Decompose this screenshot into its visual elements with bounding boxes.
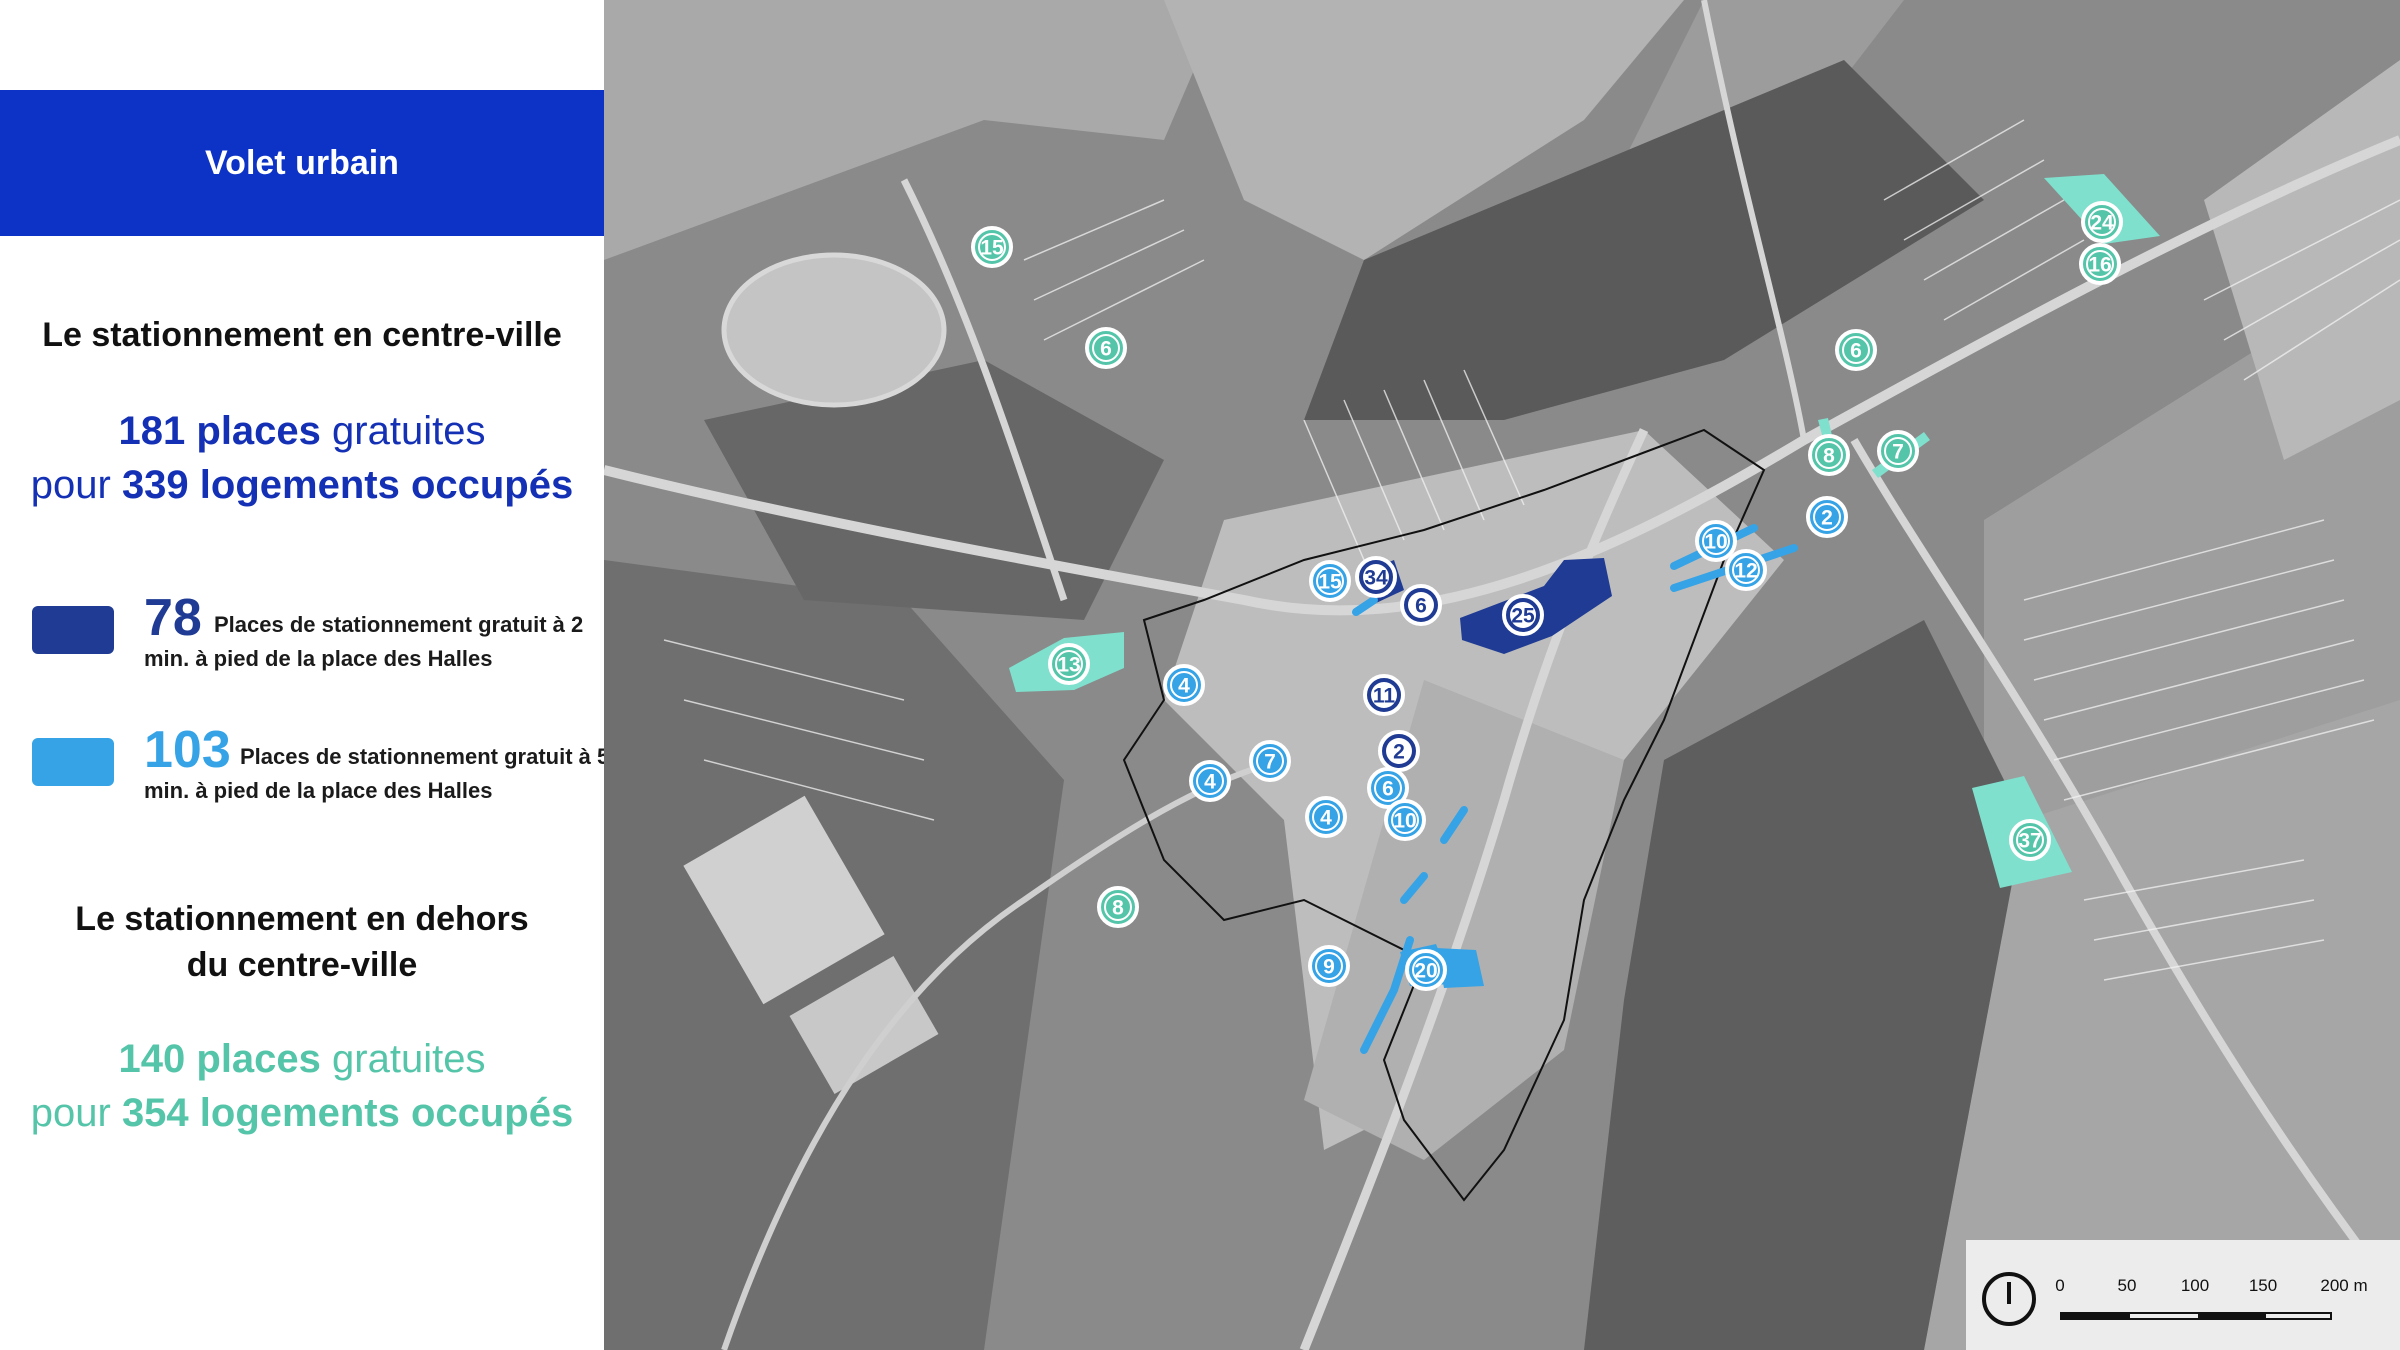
parking-marker-light[interactable]: 9: [1308, 945, 1350, 987]
parking-marker-teal[interactable]: 6: [1085, 327, 1127, 369]
marker-label: 2: [1393, 741, 1405, 764]
outside-heading-line1: Le stationnement en dehors: [75, 900, 529, 938]
marker-label: 7: [1264, 751, 1276, 774]
scale-label: 0: [2055, 1276, 2065, 1295]
parking-marker-light[interactable]: 7: [1249, 740, 1291, 782]
marker-label: 15: [980, 237, 1004, 260]
aerial-map[interactable]: 15 6 24 16 6 8 7 13 8 37 34 6 25 11 2 15 10 12 2 4 7 4 4 6 10 9 20: [604, 0, 2400, 1350]
centre-places-number: 181 places: [118, 409, 321, 453]
legend-item-5min: 103 Places de stationnement gratuit à 5 …: [32, 721, 609, 806]
marker-label: 2: [1821, 507, 1833, 530]
parking-marker-teal[interactable]: 13: [1048, 643, 1090, 685]
parking-marker-teal[interactable]: 7: [1877, 430, 1919, 472]
scale-bar-segment: [2198, 1314, 2266, 1318]
parking-marker-teal[interactable]: 37: [2009, 819, 2051, 861]
marker-label: 7: [1892, 441, 1904, 464]
parking-marker-light[interactable]: 4: [1305, 796, 1347, 838]
info-panel: Volet urbain Le stationnement en centre-…: [0, 0, 609, 1350]
section-banner: Volet urbain: [0, 90, 604, 236]
map-canvas: 156241668 713837346 25112151012247446109 20: [604, 0, 2400, 1350]
marker-label: 10: [1704, 531, 1727, 554]
parking-marker-dark[interactable]: 11: [1363, 674, 1405, 716]
legend-swatch-light-blue: [32, 738, 114, 786]
parking-marker-light[interactable]: 15: [1309, 560, 1351, 602]
marker-label: 25: [1511, 605, 1535, 628]
outside-heading-line2: du centre-ville: [186, 946, 418, 984]
scale-label: 200 m: [2320, 1276, 2368, 1295]
marker-label: 9: [1323, 956, 1335, 979]
centre-heading: Le stationnement en centre-ville: [42, 316, 562, 354]
banner-title: Volet urbain: [205, 143, 399, 182]
parking-marker-teal[interactable]: 8: [1808, 434, 1850, 476]
marker-label: 11: [1373, 685, 1396, 708]
parking-marker-dark[interactable]: 25: [1502, 594, 1544, 636]
outside-logements-number: 354 logements occupés: [121, 1091, 574, 1135]
marker-label: 8: [1112, 897, 1124, 920]
marker-label: 10: [1393, 810, 1416, 833]
parking-marker-dark[interactable]: 6: [1400, 584, 1442, 626]
marker-label: 6: [1382, 778, 1394, 801]
centre-logements-prefix: pour: [30, 463, 122, 507]
parking-marker-teal[interactable]: 15: [971, 226, 1013, 268]
scale-label: 100: [2180, 1276, 2210, 1295]
parking-marker-light[interactable]: 12: [1725, 549, 1767, 591]
parking-marker-dark[interactable]: 2: [1378, 730, 1420, 772]
centre-logements-line: pour 339 logements occupés: [0, 458, 604, 512]
parking-marker-light[interactable]: 20: [1405, 949, 1447, 991]
marker-label: 20: [1414, 960, 1437, 983]
marker-label: 15: [1318, 571, 1342, 594]
parking-marker-light[interactable]: 10: [1384, 799, 1426, 841]
marker-label: 37: [2018, 830, 2041, 853]
legend-text: Places de stationnement gratuit à 5 min.…: [144, 744, 610, 803]
outside-logements-line: pour 354 logements occupés: [0, 1086, 604, 1140]
marker-label: 6: [1100, 338, 1112, 361]
legend-text: Places de stationnement gratuit à 2 min.…: [144, 612, 584, 671]
marker-label: 13: [1057, 654, 1080, 677]
scale-bar: [2060, 1312, 2332, 1320]
scale-box: 0 50 100 150 200 m: [1966, 1240, 2400, 1350]
marker-label: 6: [1415, 595, 1427, 618]
parking-marker-teal[interactable]: 24: [2081, 201, 2123, 243]
parking-marker-light[interactable]: 2: [1806, 496, 1848, 538]
outside-places-number: 140 places: [118, 1037, 321, 1081]
marker-label: 24: [2090, 212, 2114, 235]
parking-marker-teal[interactable]: 8: [1097, 886, 1139, 928]
marker-label: 4: [1320, 807, 1332, 830]
outside-logements-prefix: pour: [30, 1091, 122, 1135]
parking-marker-light[interactable]: 4: [1189, 760, 1231, 802]
outside-places-rest: gratuites: [320, 1037, 486, 1081]
marker-label: 4: [1178, 675, 1190, 698]
north-arrow-icon: [1982, 1272, 2036, 1326]
legend-swatch-dark-blue: [32, 606, 114, 654]
legend-item-2min: 78 Places de stationnement gratuit à 2 m…: [32, 589, 592, 674]
parking-marker-light[interactable]: 4: [1163, 664, 1205, 706]
parking-marker-teal[interactable]: 6: [1835, 329, 1877, 371]
scale-label: 150: [2248, 1276, 2278, 1295]
outside-places-line: 140 places gratuites: [0, 1032, 604, 1086]
centre-logements-number: 339 logements occupés: [121, 463, 574, 507]
centre-places-line: 181 places gratuites: [0, 404, 604, 458]
marker-label: 8: [1823, 445, 1835, 468]
marker-label: 16: [2088, 254, 2111, 277]
scale-label: 50: [2117, 1276, 2137, 1295]
marker-label: 4: [1204, 771, 1216, 794]
marker-label: 34: [1364, 567, 1388, 590]
marker-label: 6: [1850, 340, 1862, 363]
parking-marker-dark[interactable]: 34: [1355, 556, 1397, 598]
parking-marker-teal[interactable]: 16: [2079, 243, 2121, 285]
scale-bar-segment: [2062, 1314, 2130, 1318]
marker-label: 12: [1734, 560, 1757, 583]
parking-marker-light[interactable]: 10: [1695, 520, 1737, 562]
centre-places-rest: gratuites: [320, 409, 486, 453]
